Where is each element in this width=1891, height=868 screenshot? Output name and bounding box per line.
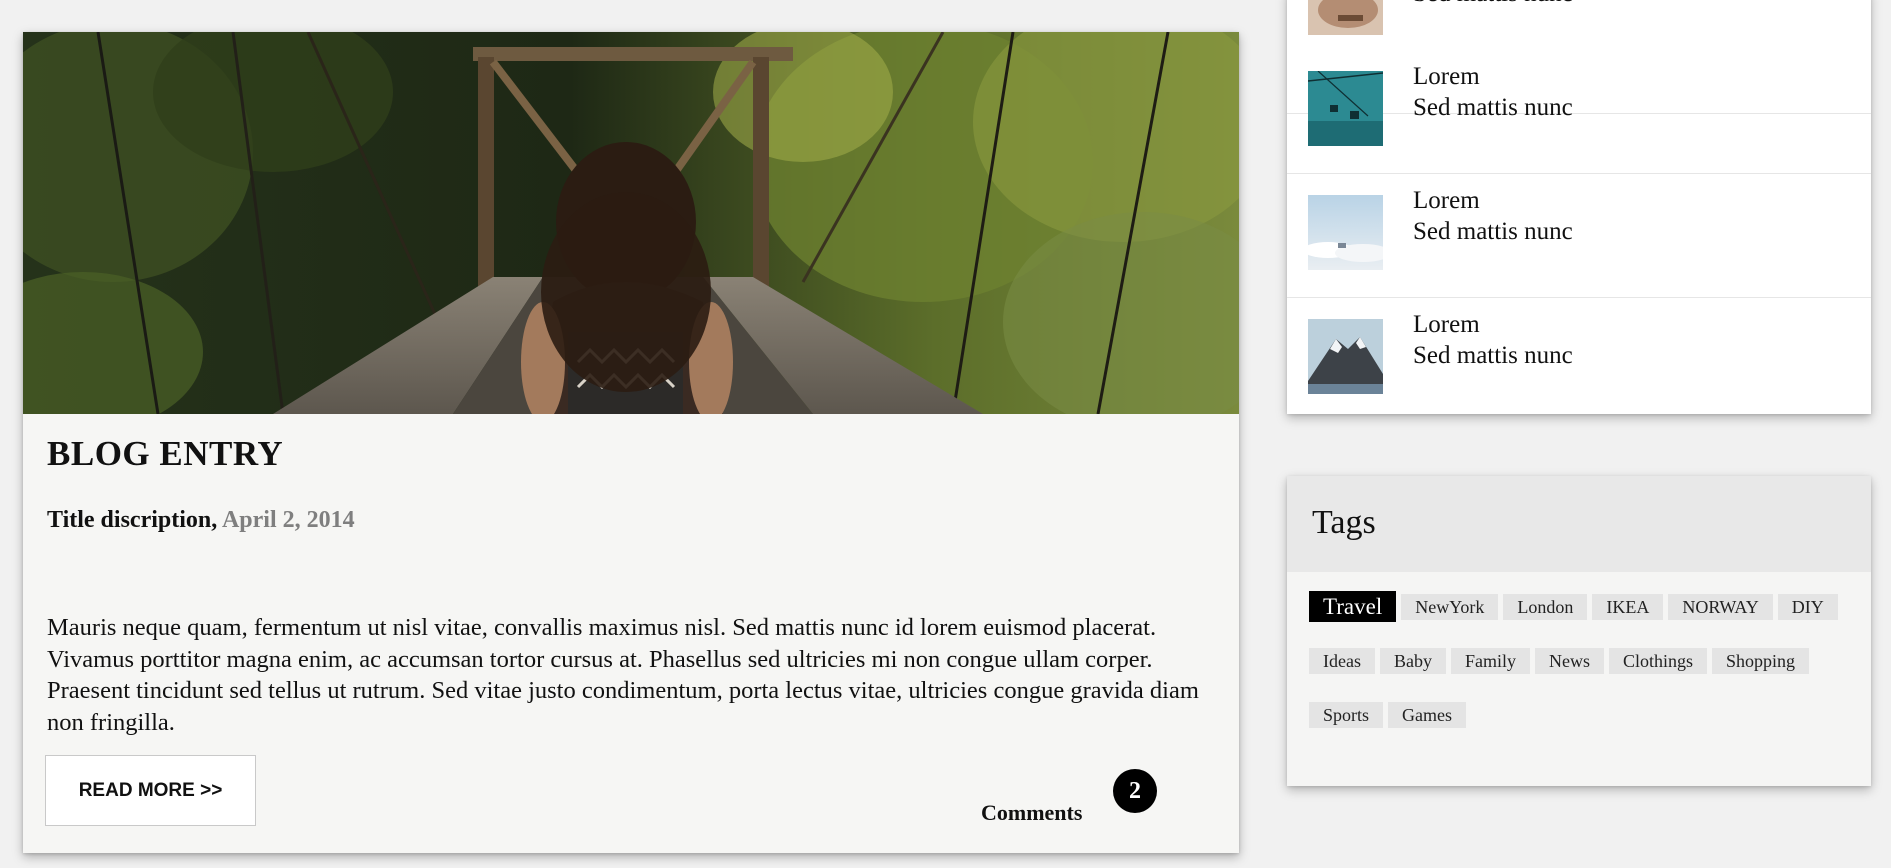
tag-ideas[interactable]: Ideas [1309,648,1375,674]
blog-date: April 2, 2014 [221,507,355,533]
comments-count-badge: 2 [1113,769,1157,813]
tag-london[interactable]: London [1503,594,1588,620]
tag-norway[interactable]: NORWAY [1668,594,1773,620]
tag-travel[interactable]: Travel [1309,591,1397,622]
post-subtitle: Sed mattis nunc [1413,342,1573,369]
post-subtitle: Sed mattis nunc [1413,218,1573,245]
blog-hero-image [23,32,1239,414]
post-subtitle: Sed mattis nunc [1413,94,1573,121]
blog-subtitle-label: Title discription, [47,507,218,533]
blog-title: BLOG ENTRY [47,434,284,473]
tag-news[interactable]: News [1535,648,1604,674]
tag-clothings[interactable]: Clothings [1609,648,1708,674]
tag-row: Travel NewYork London IKEA NORWAY DIY [1309,591,1854,648]
recent-post-item[interactable]: Lorem Sed mattis nunc [1287,50,1871,174]
post-subtitle: Sed mattis nunc [1413,0,1573,8]
tag-games[interactable]: Games [1388,702,1466,728]
tag-ikea[interactable]: IKEA [1592,594,1664,620]
tag-shopping[interactable]: Shopping [1712,648,1810,674]
tag-diy[interactable]: DIY [1777,594,1838,620]
read-more-button[interactable]: READ MORE >> [45,755,256,826]
tag-row: Sports Games [1309,702,1854,756]
post-title: Lorem [1413,63,1480,90]
tag-family[interactable]: Family [1450,648,1530,674]
recent-posts-card: Sed mattis nunc Lorem Sed mattis nunc Lo… [1287,0,1871,414]
tag-baby[interactable]: Baby [1379,648,1446,674]
blog-body-text: Mauris neque quam, fermentum ut nisl vit… [47,614,1199,736]
post-thumbnail-hands [1308,0,1383,35]
recent-post-item[interactable]: Lorem Sed mattis nunc [1287,298,1871,422]
post-thumbnail-cable-car [1308,71,1383,146]
tags-list: Travel NewYork London IKEA NORWAY DIY Ideas Bab… [1309,591,1854,756]
recent-post-item[interactable]: Lorem Sed mattis nunc [1287,174,1871,298]
tags-header: Tags [1287,476,1871,572]
blog-entry-card: BLOG ENTRY Title discription, April 2, 2… [23,32,1239,853]
tag-sports[interactable]: Sports [1309,702,1384,728]
post-thumbnail-mountain [1308,319,1383,394]
comments-link[interactable]: Comments [981,800,1082,826]
tags-card: Tags Travel NewYork London IKEA NORWAY DIY Ide… [1287,476,1871,786]
blog-subtitle: Title discription, April 2, 2014 [47,507,355,534]
post-title: Lorem [1413,187,1480,214]
post-thumbnail-clouds [1308,195,1383,270]
post-title: Lorem [1413,311,1480,338]
tag-newyork[interactable]: NewYork [1401,594,1499,620]
tags-title: Tags [1312,504,1376,541]
tag-row: Ideas Baby Family News Clothings Shopping [1309,648,1854,702]
